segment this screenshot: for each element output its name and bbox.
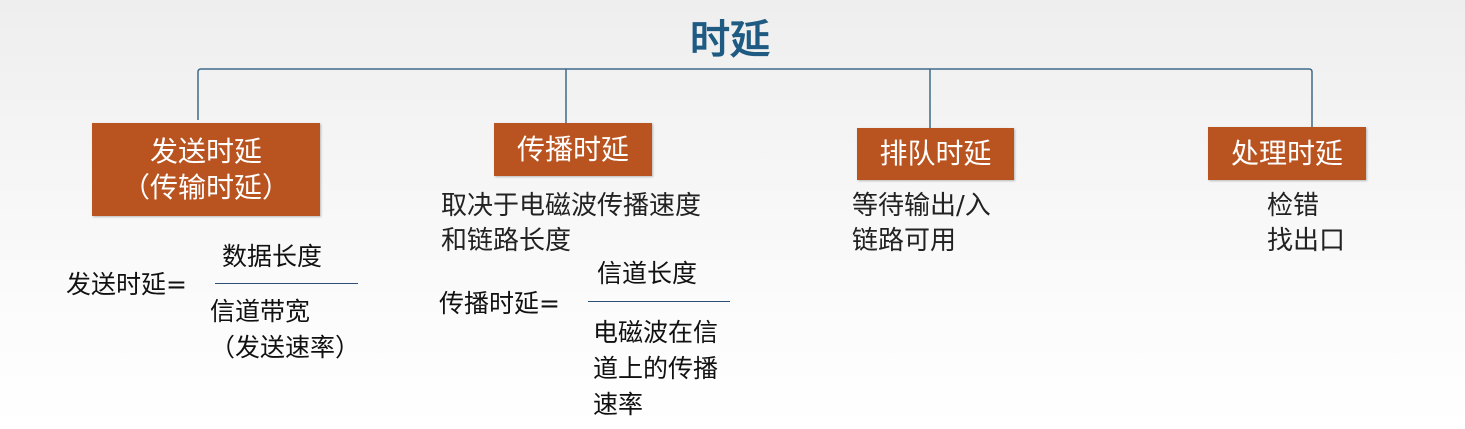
numerator-line-1: 信道长度: [597, 259, 698, 288]
denominator-line-1: 电磁波在信: [593, 318, 719, 347]
denominator-line-2: （发送速率）: [210, 333, 361, 362]
node-label-line-1: 发送时延: [149, 134, 262, 168]
formula-numerator-propagation: 信道长度: [597, 256, 697, 292]
node-transmission-delay: 发送时延 （传输时延）: [92, 123, 320, 216]
fraction-bar-transmission: [215, 283, 358, 284]
denominator-line-1: 信道带宽: [210, 297, 311, 326]
denominator-line-3: 速率: [593, 390, 644, 419]
formula-numerator-transmission: 数据长度: [222, 239, 322, 275]
formula-denominator-propagation: 电磁波在信 道上的传播 速率: [593, 315, 718, 423]
description-line-2: 找出口: [1267, 226, 1346, 256]
fraction-bar-propagation: [588, 301, 730, 302]
description-line-2: 链路可用: [852, 226, 957, 256]
node-processing-delay: 处理时延: [1208, 127, 1366, 180]
diagram-title: 时延: [690, 17, 770, 63]
description-line-1: 取决于电磁波传播速度: [441, 191, 702, 221]
formula-label-transmission: 发送时延=: [66, 270, 187, 299]
connector-horizontal-bar: [197, 68, 1313, 127]
description-propagation: 取决于电磁波传播速度 和链路长度: [441, 189, 701, 259]
formula-label-propagation: 传播时延=: [439, 289, 560, 318]
formula-denominator-transmission: 信道带宽 （发送速率）: [210, 294, 360, 366]
numerator-line-1: 数据长度: [222, 242, 323, 271]
node-label-line-2: （传输时延）: [121, 170, 290, 204]
node-label: 传播时延: [516, 132, 629, 166]
description-line-1: 等待输出/入: [852, 191, 991, 221]
node-propagation-delay: 传播时延: [494, 123, 652, 176]
denominator-line-2: 道上的传播: [593, 354, 719, 383]
description-line-1: 检错: [1267, 191, 1320, 221]
description-processing: 检错 找出口: [1267, 189, 1345, 259]
description-line-2: 和链路长度: [441, 226, 572, 256]
node-label: 处理时延: [1230, 136, 1343, 170]
node-queuing-delay: 排队时延: [857, 128, 1014, 180]
description-queuing: 等待输出/入 链路可用: [852, 189, 991, 259]
node-label: 排队时延: [879, 137, 992, 170]
